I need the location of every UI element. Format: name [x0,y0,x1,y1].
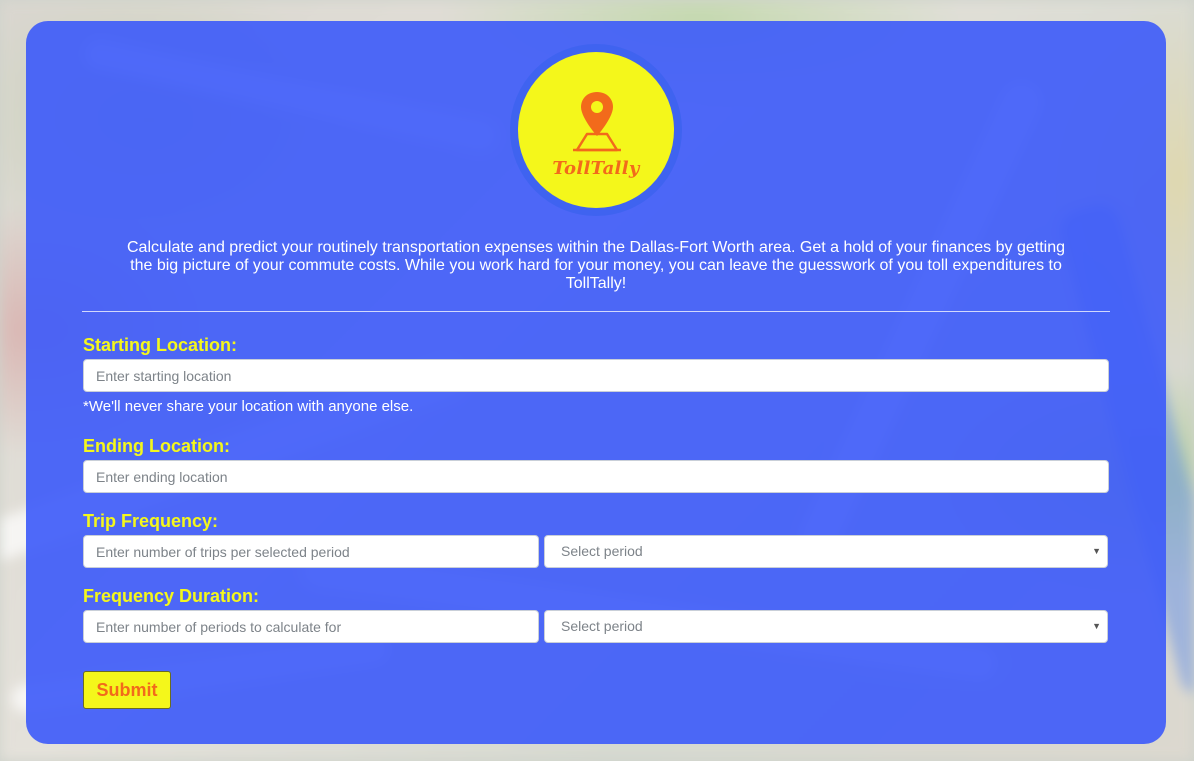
logo: TollTally [510,44,682,216]
divider [82,311,1110,312]
frequency-duration-label: Frequency Duration: [83,586,260,606]
chevron-down-icon: ▼ [1092,546,1101,556]
app-description: Calculate and predict your routinely tra… [127,239,1065,292]
trip-frequency-label: Trip Frequency: [83,511,219,531]
location-pin-icon [573,92,621,152]
frequency-duration-period-select[interactable]: Select period ▼ [544,610,1108,643]
logo-circle: TollTally [518,52,674,208]
frequency-duration-input[interactable] [83,610,539,643]
trip-frequency-input[interactable] [83,535,539,568]
ending-location-label: Ending Location: [83,436,230,456]
trip-frequency-period-value: Select period [561,543,643,559]
logo-text: TollTally [552,158,640,179]
chevron-down-icon: ▼ [1092,621,1101,631]
privacy-hint: *We'll never share your location with an… [83,398,414,415]
starting-location-label: Starting Location: [83,335,237,355]
form-card: TollTally Calculate and predict your rou… [26,21,1166,744]
submit-button[interactable]: Submit [83,671,171,709]
frequency-duration-period-value: Select period [561,618,643,634]
trip-frequency-period-select[interactable]: Select period ▼ [544,535,1108,568]
starting-location-input[interactable] [83,359,1109,392]
ending-location-input[interactable] [83,460,1109,493]
